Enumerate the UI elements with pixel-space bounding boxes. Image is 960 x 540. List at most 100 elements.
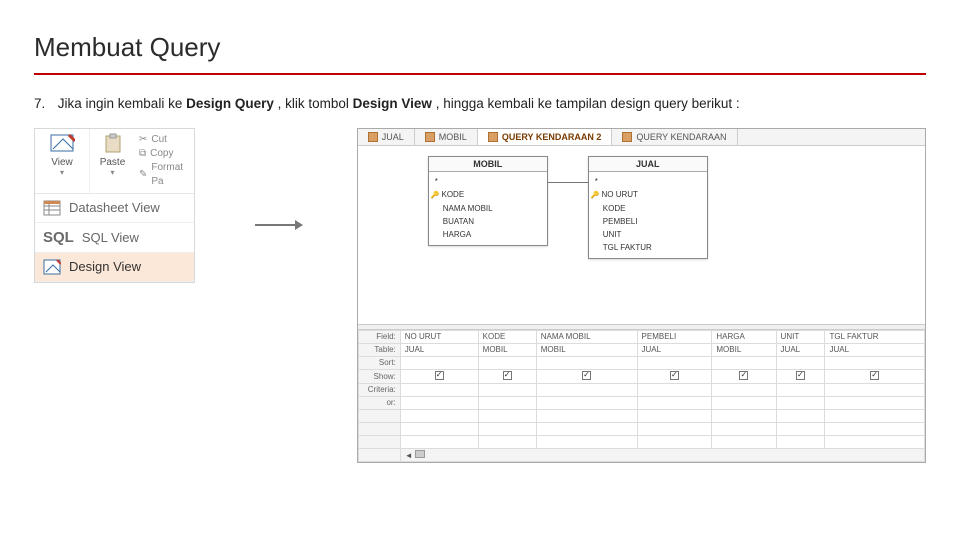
cut-button[interactable]: ✂ Cut <box>139 133 190 147</box>
field-item[interactable]: NO URUT <box>603 188 701 202</box>
row-header: Table: <box>358 343 400 356</box>
query-icon <box>488 132 498 142</box>
table-icon <box>425 132 435 142</box>
field-item[interactable]: PEMBELI <box>603 215 701 228</box>
grid-cell[interactable]: KODE <box>478 330 536 343</box>
relationship-line[interactable] <box>548 182 588 184</box>
scissors-icon: ✂ <box>139 133 147 147</box>
table-header: MOBIL <box>429 157 547 172</box>
field-item[interactable]: UNIT <box>603 228 701 241</box>
view-toolbar: View ▾ Paste ▾ ✂ Cut ⧉ Copy ✎ Format Pa Dat… <box>34 128 195 283</box>
step-number: 7. <box>34 95 54 114</box>
table-relationship-pane[interactable]: MOBIL * KODE NAMA MOBIL BUATAN HARGA JUA… <box>358 146 925 324</box>
format-label: Format Pa <box>151 161 189 189</box>
view-label: View <box>37 157 87 168</box>
instruction-line: 7. Jika ingin kembali ke Design Query , … <box>34 95 926 114</box>
grid-cell[interactable]: HARGA <box>712 330 776 343</box>
table-mobil[interactable]: MOBIL * KODE NAMA MOBIL BUATAN HARGA <box>428 156 548 246</box>
tab-label: JUAL <box>382 132 404 142</box>
view-button[interactable]: View ▾ <box>35 129 89 193</box>
show-checkbox[interactable] <box>637 369 712 383</box>
title-divider <box>34 73 926 75</box>
horizontal-scrollbar[interactable]: ◄ <box>358 448 924 461</box>
tab-jual[interactable]: JUAL <box>358 129 415 145</box>
row-header: Criteria: <box>358 383 400 396</box>
grid-cell[interactable]: UNIT <box>776 330 825 343</box>
field-item[interactable]: TGL FAKTUR <box>603 241 701 254</box>
show-checkbox[interactable] <box>478 369 536 383</box>
paste-button[interactable]: Paste ▾ <box>89 129 135 193</box>
show-checkbox[interactable] <box>400 369 478 383</box>
row-header: Show: <box>358 369 400 383</box>
copy-icon: ⧉ <box>139 147 146 161</box>
tab-query-kendaraan[interactable]: QUERY KENDARAAN <box>612 129 737 145</box>
format-painter-button[interactable]: ✎ Format Pa <box>139 161 190 189</box>
design-view-item[interactable]: Design View <box>35 253 194 282</box>
grid-cell[interactable]: JUAL <box>825 343 925 356</box>
paste-label: Paste <box>92 157 133 168</box>
instr-text-2: , klik tombol <box>278 96 353 111</box>
field-item[interactable]: * <box>595 175 701 188</box>
qbe-grid[interactable]: Field: NO URUT KODE NAMA MOBIL PEMBELI H… <box>358 330 925 462</box>
field-item[interactable]: KODE <box>443 188 541 202</box>
table-header: JUAL <box>589 157 707 172</box>
grid-cell[interactable]: TGL FAKTUR <box>825 330 925 343</box>
grid-row-or: or: <box>358 396 924 409</box>
grid-row-field: Field: NO URUT KODE NAMA MOBIL PEMBELI H… <box>358 330 924 343</box>
grid-row-table: Table: JUAL MOBIL MOBIL JUAL MOBIL JUAL … <box>358 343 924 356</box>
table-icon <box>368 132 378 142</box>
grid-cell[interactable]: JUAL <box>637 343 712 356</box>
grid-cell[interactable]: MOBIL <box>536 343 637 356</box>
show-checkbox[interactable] <box>776 369 825 383</box>
arrow-indicator <box>255 224 297 226</box>
query-icon <box>622 132 632 142</box>
query-design-window: JUAL MOBIL QUERY KENDARAAN 2 QUERY KENDA… <box>357 128 926 463</box>
table-jual[interactable]: JUAL * NO URUT KODE PEMBELI UNIT TGL FAK… <box>588 156 708 259</box>
grid-cell[interactable] <box>400 356 478 369</box>
grid-cell[interactable]: MOBIL <box>478 343 536 356</box>
grid-cell[interactable]: JUAL <box>776 343 825 356</box>
document-tabs: JUAL MOBIL QUERY KENDARAAN 2 QUERY KENDA… <box>358 129 925 146</box>
grid-cell[interactable]: JUAL <box>400 343 478 356</box>
instr-text-1: Jika ingin kembali ke <box>58 96 186 111</box>
field-item[interactable]: KODE <box>603 202 701 215</box>
row-header: Sort: <box>358 356 400 369</box>
design-view-label: Design View <box>69 259 141 274</box>
instr-text-3: , hingga kembali ke tampilan design quer… <box>436 96 740 111</box>
sql-icon: SQL <box>43 229 74 246</box>
grid-cell[interactable]: MOBIL <box>712 343 776 356</box>
grid-row-sort: Sort: <box>358 356 924 369</box>
scroll-thumb[interactable] <box>415 450 425 458</box>
tab-label: MOBIL <box>439 132 467 142</box>
design-icon <box>43 259 61 275</box>
row-header: Field: <box>358 330 400 343</box>
scroll-left-icon[interactable]: ◄ <box>405 451 413 460</box>
show-checkbox[interactable] <box>712 369 776 383</box>
instr-design-query: Design Query <box>186 96 274 111</box>
row-header: or: <box>358 396 400 409</box>
field-item[interactable]: * <box>435 175 541 188</box>
field-item[interactable]: HARGA <box>443 228 541 241</box>
tab-mobil[interactable]: MOBIL <box>415 129 478 145</box>
show-checkbox[interactable] <box>825 369 925 383</box>
datasheet-label: Datasheet View <box>69 200 160 215</box>
grid-row-empty <box>358 435 924 448</box>
sql-view-item[interactable]: SQL SQL View <box>35 223 194 253</box>
grid-cell[interactable]: NAMA MOBIL <box>536 330 637 343</box>
field-item[interactable]: BUATAN <box>443 215 541 228</box>
grid-cell[interactable]: NO URUT <box>400 330 478 343</box>
show-checkbox[interactable] <box>536 369 637 383</box>
field-item[interactable]: NAMA MOBIL <box>443 202 541 215</box>
copy-button[interactable]: ⧉ Copy <box>139 147 190 161</box>
page-title: Membuat Query <box>34 32 926 63</box>
clipboard-icon <box>102 133 124 155</box>
design-view-icon <box>49 133 75 155</box>
cut-label: Cut <box>151 133 167 147</box>
brush-icon: ✎ <box>139 168 147 182</box>
grid-cell[interactable]: PEMBELI <box>637 330 712 343</box>
copy-label: Copy <box>150 147 173 161</box>
datasheet-view-item[interactable]: Datasheet View <box>35 194 194 223</box>
tab-label: QUERY KENDARAAN 2 <box>502 132 602 142</box>
tab-query-kendaraan-2[interactable]: QUERY KENDARAAN 2 <box>478 129 613 145</box>
grid-row-empty <box>358 409 924 422</box>
